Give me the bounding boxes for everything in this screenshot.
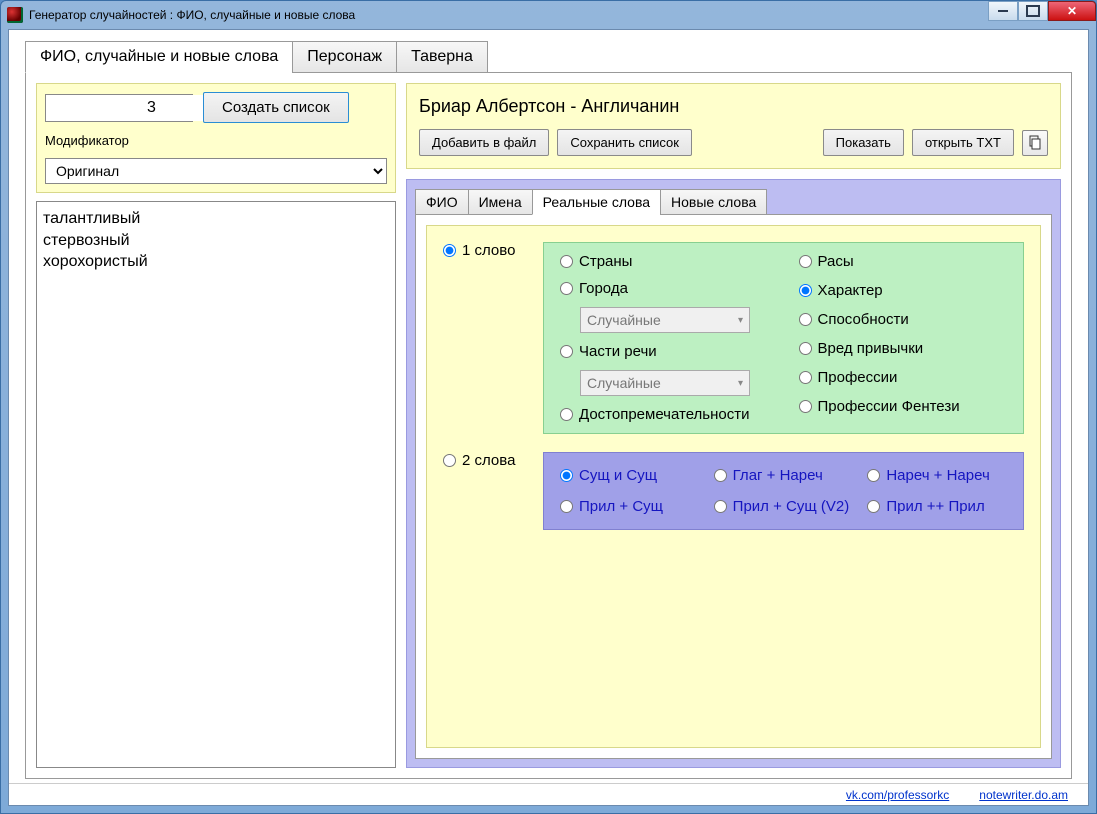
- radio-noun-noun[interactable]: Сущ и Сущ: [560, 467, 700, 484]
- app-icon: [7, 7, 23, 23]
- radio-verb-adverb[interactable]: Глаг + Нареч: [714, 467, 854, 484]
- parts-subselect[interactable]: Случайные: [580, 370, 750, 396]
- radio-countries[interactable]: Страны: [560, 253, 769, 270]
- save-list-button[interactable]: Сохранить список: [557, 129, 692, 156]
- itab-names[interactable]: Имена: [468, 189, 533, 215]
- radio-adj-noun-v2[interactable]: Прил + Сущ (V2): [714, 498, 854, 515]
- itab-fio[interactable]: ФИО: [415, 189, 469, 215]
- one-word-categories: Страны Города Случайные Части речи Случа…: [543, 242, 1024, 434]
- titlebar[interactable]: Генератор случайностей : ФИО, случайные …: [1, 1, 1096, 29]
- result-textarea[interactable]: талантливый стервозный хорохористый: [36, 201, 396, 768]
- right-column: Бриар Албертсон - Англичанин Добавить в …: [406, 83, 1061, 768]
- add-to-file-button[interactable]: Добавить в файл: [419, 129, 549, 156]
- generator-controls: ▲ ▼ Создать список Модификатор Оригинал: [36, 83, 396, 193]
- window-maximize-button[interactable]: [1018, 1, 1048, 21]
- generated-name-panel: Бриар Албертсон - Англичанин Добавить в …: [406, 83, 1061, 169]
- inner-tabstrip: ФИО Имена Реальные слова Новые слова: [415, 189, 1052, 215]
- modifier-select[interactable]: Оригинал: [45, 158, 387, 184]
- category-panel: ФИО Имена Реальные слова Новые слова 1 с…: [406, 179, 1061, 768]
- radio-adverb-adverb[interactable]: Нареч + Нареч: [867, 467, 1007, 484]
- window-frame: Генератор случайностей : ФИО, случайные …: [0, 0, 1097, 814]
- two-words-combos: Сущ и Сущ Глаг + Нареч Нареч + Нареч При…: [543, 452, 1024, 530]
- copy-icon: [1027, 135, 1043, 151]
- one-word-radio[interactable]: 1 слово: [443, 242, 533, 259]
- window-minimize-button[interactable]: [988, 1, 1018, 21]
- count-spinner[interactable]: ▲ ▼: [45, 94, 193, 122]
- itab-new-words[interactable]: Новые слова: [660, 189, 767, 215]
- inner-tab-body: 1 слово Страны Города Случайные Части ре…: [415, 214, 1052, 759]
- generated-name-heading: Бриар Албертсон - Англичанин: [419, 96, 1048, 117]
- left-column: ▲ ▼ Создать список Модификатор Оригинал …: [36, 83, 396, 768]
- link-vk[interactable]: vk.com/professorkc: [846, 788, 949, 802]
- create-list-button[interactable]: Создать список: [203, 92, 349, 123]
- tab-character[interactable]: Персонаж: [292, 41, 397, 73]
- copy-button[interactable]: [1022, 130, 1048, 156]
- tab-fio-words[interactable]: ФИО, случайные и новые слова: [25, 41, 293, 73]
- client-area: ФИО, случайные и новые слова Персонаж Та…: [8, 29, 1089, 806]
- open-txt-button[interactable]: открыть TXT: [912, 129, 1014, 156]
- real-words-options: 1 слово Страны Города Случайные Части ре…: [426, 225, 1041, 748]
- tab-tavern[interactable]: Таверна: [396, 41, 488, 73]
- radio-abilities[interactable]: Способности: [799, 311, 1008, 328]
- status-bar: vk.com/professorkc notewriter.do.am: [9, 783, 1088, 805]
- window-close-button[interactable]: [1048, 1, 1096, 21]
- radio-adj-adj[interactable]: Прил ++ Прил: [867, 498, 1007, 515]
- main-tabstrip: ФИО, случайные и новые слова Персонаж Та…: [25, 41, 1088, 73]
- window-title: Генератор случайностей : ФИО, случайные …: [29, 8, 355, 22]
- cities-subselect[interactable]: Случайные: [580, 307, 750, 333]
- two-words-radio[interactable]: 2 слова: [443, 452, 533, 469]
- itab-real-words[interactable]: Реальные слова: [532, 189, 661, 215]
- main-tab-body: ▲ ▼ Создать список Модификатор Оригинал …: [25, 72, 1072, 779]
- modifier-label: Модификатор: [45, 133, 387, 148]
- radio-sights[interactable]: Достопремечательности: [560, 406, 769, 423]
- radio-parts-of-speech[interactable]: Части речи: [560, 343, 769, 360]
- radio-cities[interactable]: Города: [560, 280, 769, 297]
- radio-races[interactable]: Расы: [799, 253, 1008, 270]
- radio-bad-habits[interactable]: Вред привычки: [799, 340, 1008, 357]
- link-notewriter[interactable]: notewriter.do.am: [979, 788, 1068, 802]
- radio-adj-noun[interactable]: Прил + Сущ: [560, 498, 700, 515]
- radio-professions-fantasy[interactable]: Профессии Фентези: [799, 398, 1008, 415]
- radio-professions[interactable]: Профессии: [799, 369, 1008, 386]
- radio-character[interactable]: Характер: [799, 282, 1008, 299]
- show-button[interactable]: Показать: [823, 129, 904, 156]
